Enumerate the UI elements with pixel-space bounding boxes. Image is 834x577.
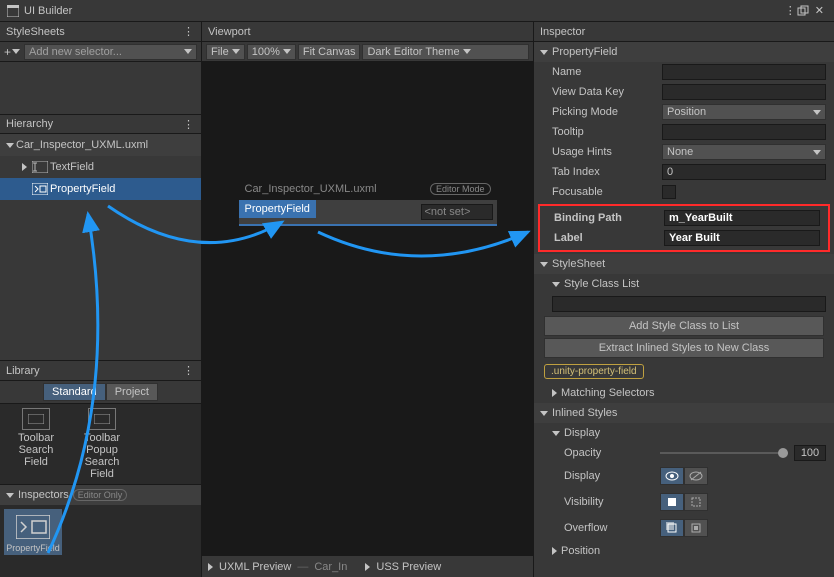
file-menu[interactable]: File	[206, 44, 245, 60]
hierarchy-header: Hierarchy	[6, 118, 53, 130]
inspectors-foldout-label: Inspectors	[18, 489, 69, 501]
class-tag[interactable]: .unity-property-field	[544, 364, 644, 379]
prop-name-input[interactable]	[662, 64, 826, 80]
overflow-visible-option[interactable]	[660, 519, 684, 537]
prop-overflow-label: Overflow	[564, 522, 654, 534]
display-foldout[interactable]: Display	[534, 423, 834, 443]
window-icon	[6, 4, 20, 18]
prop-pickingmode-dropdown[interactable]: Position	[662, 104, 826, 120]
uxml-preview-toggle[interactable]	[208, 563, 213, 571]
prop-name-label: Name	[552, 66, 656, 78]
add-selector-button[interactable]	[4, 44, 20, 60]
prop-label-label: Label	[554, 232, 658, 244]
uss-preview-toggle[interactable]	[365, 563, 370, 571]
style-class-input[interactable]	[552, 296, 826, 312]
uxml-preview-label: UXML Preview	[219, 561, 291, 573]
display-none-option[interactable]	[684, 467, 708, 485]
zoom-dropdown[interactable]: 100%	[247, 44, 296, 60]
hierarchy-menu-icon[interactable]: ⋮	[181, 117, 195, 131]
prop-bindingpath-input[interactable]: m_YearBuilt	[664, 210, 820, 226]
toolbar-popup-search-field-icon	[88, 408, 116, 430]
prop-focusable-checkbox[interactable]	[662, 185, 676, 199]
overflow-hidden-option[interactable]	[684, 519, 708, 537]
propertyfield-foldout[interactable]: PropertyField	[534, 42, 834, 62]
prop-focusable-label: Focusable	[552, 186, 656, 198]
library-item-label: Toolbar Popup Search Field	[72, 432, 132, 480]
prop-bindingpath-label: Binding Path	[554, 212, 658, 224]
toolbar-search-field-icon	[22, 408, 50, 430]
popout-icon[interactable]	[797, 5, 809, 17]
prop-visibility-label: Visibility	[564, 496, 654, 508]
hierarchy-root[interactable]: Car_Inspector_UXML.uxml	[0, 134, 201, 156]
hierarchy-root-label: Car_Inspector_UXML.uxml	[16, 139, 148, 151]
hierarchy-item-propertyfield[interactable]: PropertyField	[0, 178, 201, 200]
editor-mode-tag: Editor Mode	[430, 183, 491, 195]
propertyfield-thumb-icon	[16, 511, 50, 543]
textfield-icon	[32, 160, 48, 174]
prop-usagehints-dropdown[interactable]: None	[662, 144, 826, 160]
prop-tabindex-input[interactable]: 0	[662, 164, 826, 180]
window-menu-icon[interactable]: ⋮	[785, 4, 795, 17]
fit-canvas-button[interactable]: Fit Canvas	[298, 44, 361, 60]
hierarchy-item-label: TextField	[50, 161, 94, 173]
matchingselectors-foldout[interactable]: Matching Selectors	[534, 383, 834, 403]
library-propertyfield-thumb[interactable]: PropertyField	[4, 509, 62, 555]
editor-only-tag: Editor Only	[73, 489, 128, 501]
prop-tooltip-input[interactable]	[662, 124, 826, 140]
viewport-header: Viewport	[208, 26, 251, 38]
canvas-propertyfield-row[interactable]: PropertyField <not set>	[239, 200, 497, 224]
extract-inlined-button[interactable]: Extract Inlined Styles to New Class	[544, 338, 824, 358]
stylesheets-menu-icon[interactable]: ⋮	[181, 25, 195, 39]
stylesheets-header: StyleSheets	[6, 26, 65, 38]
inlinedstyles-foldout[interactable]: Inlined Styles	[534, 403, 834, 423]
position-foldout[interactable]: Position	[534, 541, 834, 561]
tab-project[interactable]: Project	[106, 383, 158, 401]
prop-label-input[interactable]: Year Built	[664, 230, 820, 246]
uss-preview-label: USS Preview	[376, 561, 441, 573]
prop-tooltip-label: Tooltip	[552, 126, 656, 138]
opacity-value[interactable]: 100	[794, 445, 826, 461]
prop-opacity-label: Opacity	[564, 447, 654, 459]
inspectors-foldout[interactable]: Inspectors Editor Only	[0, 484, 201, 505]
library-toolbar-search-field[interactable]: Toolbar Search Field	[6, 408, 66, 480]
visibility-visible-option[interactable]	[660, 493, 684, 511]
stylesheet-foldout[interactable]: StyleSheet	[534, 254, 834, 274]
prop-tabindex-label: Tab Index	[552, 166, 656, 178]
preview-file: Car_In	[314, 561, 347, 573]
library-toolbar-popup-search-field[interactable]: Toolbar Popup Search Field	[72, 408, 132, 480]
styleclasslist-foldout[interactable]: Style Class List	[534, 274, 834, 294]
inspector-header: Inspector	[540, 26, 585, 38]
prop-display-label: Display	[564, 470, 654, 482]
visibility-hidden-option[interactable]	[684, 493, 708, 511]
selected-element-label: PropertyField	[239, 200, 316, 218]
display-flex-option[interactable]	[660, 467, 684, 485]
close-icon[interactable]: ✕	[811, 4, 828, 17]
selector-placeholder: Add new selector...	[29, 46, 122, 58]
window-title: UI Builder	[24, 5, 72, 17]
hierarchy-item-textfield[interactable]: TextField	[0, 156, 201, 178]
theme-dropdown[interactable]: Dark Editor Theme	[362, 44, 529, 60]
library-header: Library	[6, 365, 40, 377]
prop-pickingmode-label: Picking Mode	[552, 106, 656, 118]
canvas-value: <not set>	[421, 204, 493, 220]
add-style-class-button[interactable]: Add Style Class to List	[544, 316, 824, 336]
library-propertyfield-label: PropertyField	[6, 543, 60, 553]
chevron-down-icon	[184, 49, 192, 54]
propertyfield-icon	[32, 182, 48, 196]
library-item-label: Toolbar Search Field	[6, 432, 66, 468]
hierarchy-item-label: PropertyField	[50, 183, 115, 195]
canvas-title: Car_Inspector_UXML.uxml	[245, 183, 377, 195]
library-menu-icon[interactable]: ⋮	[181, 364, 195, 378]
tab-standard[interactable]: Standard	[43, 383, 106, 401]
prop-viewdatakey-input[interactable]	[662, 84, 826, 100]
prop-viewdatakey-label: View Data Key	[552, 86, 656, 98]
opacity-slider[interactable]	[660, 452, 788, 454]
selector-input[interactable]: Add new selector...	[24, 44, 197, 60]
prop-usagehints-label: Usage Hints	[552, 146, 656, 158]
